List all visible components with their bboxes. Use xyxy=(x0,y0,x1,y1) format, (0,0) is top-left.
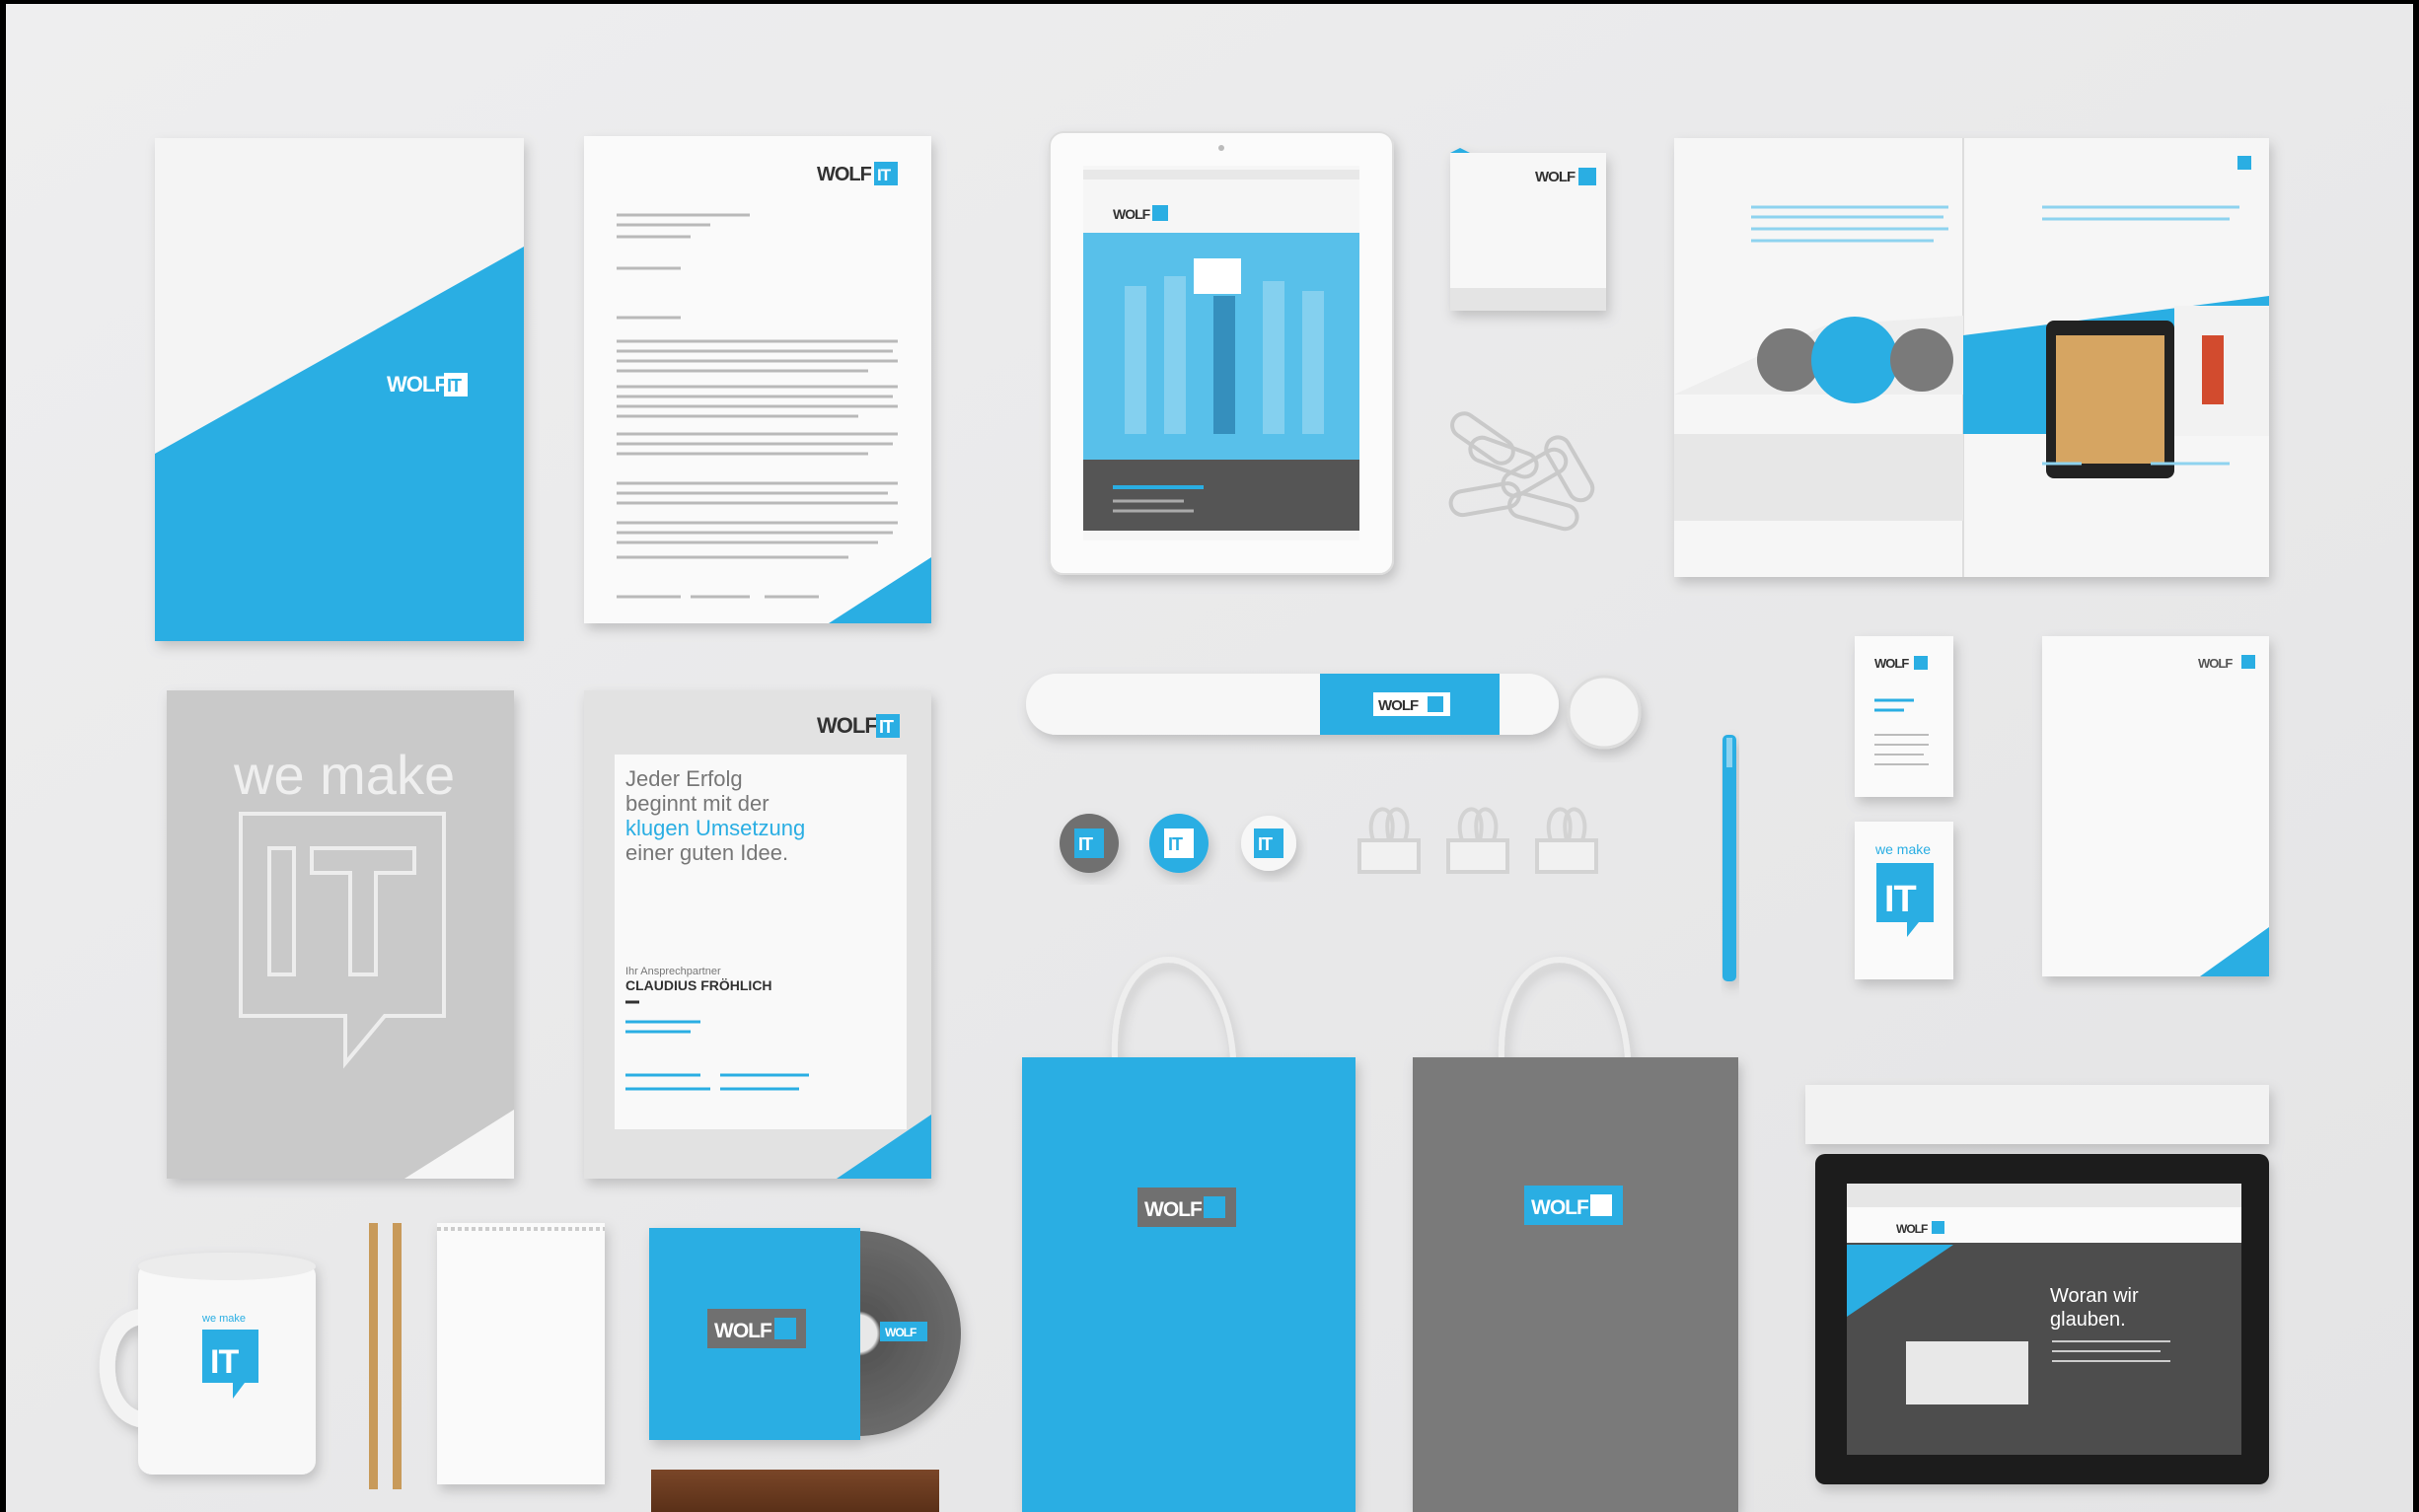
memo-cube-logo: WOLF xyxy=(1535,168,1596,185)
svg-text:WOLF: WOLF xyxy=(1531,1196,1589,1219)
svg-text:WOLF: WOLF xyxy=(1144,1198,1203,1221)
svg-text:WOLF: WOLF xyxy=(817,164,872,185)
pin-button-gray: IT xyxy=(1060,814,1119,873)
svg-text:IT: IT xyxy=(1168,834,1183,854)
poster-slogan: we make xyxy=(233,744,455,806)
svg-text:WOLF: WOLF xyxy=(1378,697,1419,714)
svg-text:IT: IT xyxy=(877,166,892,184)
laptop-headline-line-2: glauben. xyxy=(2050,1309,2126,1331)
svg-text:we make: we make xyxy=(201,1313,246,1325)
business-card-back: we make IT xyxy=(1855,822,1953,979)
laptop-headline-line-1: Woran wir xyxy=(2050,1285,2139,1307)
poster-we-make-it: we make xyxy=(167,690,514,1179)
tablet-device: WOLF xyxy=(1049,131,1394,575)
svg-text:WOLF: WOLF xyxy=(2198,656,2233,671)
pin-button-white: IT xyxy=(1241,816,1296,871)
flyer-logo: WOLF IT xyxy=(817,713,900,738)
svg-text:WOLF: WOLF xyxy=(817,713,877,738)
flyer-contact-role: Ihr Ansprechpartner xyxy=(625,966,721,977)
svg-text:IT: IT xyxy=(879,717,894,737)
letterhead-logo: WOLF IT xyxy=(817,162,898,185)
svg-text:IT: IT xyxy=(1258,834,1273,854)
letterhead-sheet: WOLF IT xyxy=(584,136,931,623)
business-card-front: WOLF xyxy=(1855,636,1953,797)
brochure-stat-circle-3 xyxy=(1890,328,1953,392)
svg-text:WOLF: WOLF xyxy=(714,1320,772,1342)
brochure-spread xyxy=(1674,138,2269,577)
tablet-footer-band xyxy=(1083,460,1359,531)
cd-package: WOLF WOLF xyxy=(649,1228,961,1440)
svg-text:IT: IT xyxy=(447,376,462,396)
pin-button-blue: IT xyxy=(1149,814,1209,873)
coffee-mug: we make IT xyxy=(99,1253,316,1475)
flyer-headline-line-1: Jeder Erfolg xyxy=(625,766,743,791)
svg-text:we make: we make xyxy=(1874,841,1931,857)
spiral-notepad xyxy=(437,1223,605,1484)
svg-text:WOLF: WOLF xyxy=(387,372,447,396)
flyer-headline-line-2: beginnt mit der xyxy=(625,791,770,816)
flyer-contact-name: CLAUDIUS FRÖHLICH xyxy=(625,977,772,993)
svg-text:IT: IT xyxy=(1078,834,1093,854)
svg-text:IT: IT xyxy=(1884,879,1917,920)
flyer: WOLF IT Jeder Erfolg beginnt mit der klu… xyxy=(584,690,931,1179)
svg-text:WOLF: WOLF xyxy=(1896,1222,1928,1236)
svg-text:WOLF: WOLF xyxy=(1535,169,1576,185)
wood-board xyxy=(651,1470,939,1512)
folder-logo: WOLF IT xyxy=(387,372,468,396)
flyer-headline-accent: klugen Umsetzung xyxy=(625,816,805,840)
svg-text:WOLF: WOLF xyxy=(1113,206,1151,222)
notepad-right: WOLF xyxy=(2042,636,2269,976)
memo-cube: WOLF xyxy=(1450,148,1606,311)
presentation-folder: WOLF IT xyxy=(155,138,524,641)
tablet-logo: WOLF xyxy=(1113,205,1168,222)
brochure-stat-circle-1 xyxy=(1757,328,1820,392)
ballpoint-pen xyxy=(1723,735,1736,981)
svg-text:IT: IT xyxy=(210,1343,239,1381)
svg-text:WOLF: WOLF xyxy=(885,1326,916,1339)
brochure-stat-circle-2 xyxy=(1811,317,1898,403)
svg-text:WOLF: WOLF xyxy=(1874,656,1909,671)
brand-mockup-scene: WOLF IT WOLF IT WOLF WOLF we make WOLF I… xyxy=(6,4,2413,1512)
brochure-logo xyxy=(2237,156,2251,170)
flyer-headline-line-4: einer guten Idee. xyxy=(625,840,788,865)
